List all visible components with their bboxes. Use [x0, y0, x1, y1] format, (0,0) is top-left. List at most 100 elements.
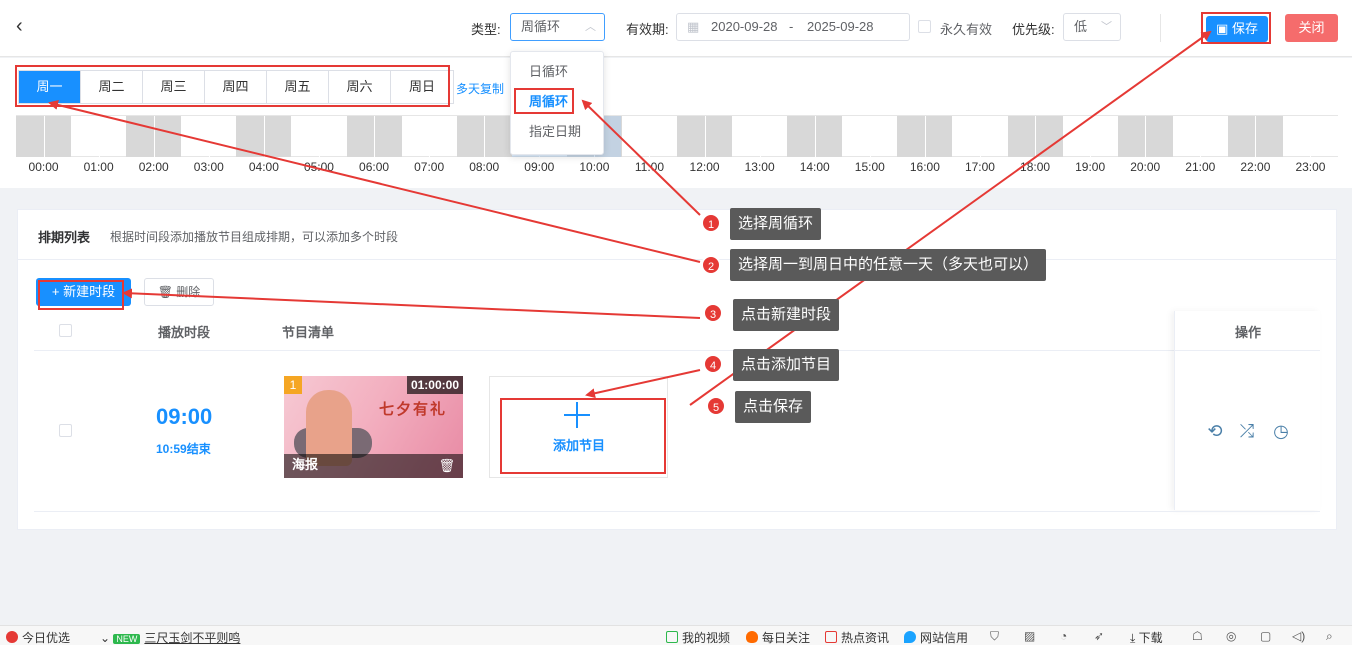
timeline-tick: [1145, 116, 1147, 157]
timeline-hour-label: 06:00: [359, 160, 390, 174]
poster-title: 七夕有礼: [379, 400, 448, 418]
program-thumbnail[interactable]: 七夕有礼 1 01:00:00 海报 🗑: [284, 376, 463, 478]
timeline-hour-label: 01:00: [83, 160, 114, 174]
schedule-subtitle: 根据时间段添加播放节目组成排期，可以添加多个时段: [110, 230, 399, 244]
rocket-icon[interactable]: ➶: [1094, 629, 1104, 643]
annotation-badge-1: 1: [701, 213, 721, 233]
shuffle-icon[interactable]: ⤮: [1236, 420, 1258, 442]
ops-column: [1174, 311, 1320, 510]
timeline-hour-label: 03:00: [193, 160, 224, 174]
delete-button[interactable]: 🗑 删除: [144, 278, 214, 306]
status-site-credit[interactable]: 网站信用: [904, 629, 968, 645]
shield-icon[interactable]: ⛉: [990, 629, 999, 644]
flame-icon: [746, 631, 758, 643]
date-start[interactable]: 2020-09-28: [711, 14, 778, 40]
timeline-tick: [704, 116, 706, 157]
date-range-picker[interactable]: ▦ 2020-09-28 - 2025-09-28: [676, 13, 910, 41]
chevron-down-icon: ⌄: [100, 631, 114, 645]
date-separator: -: [789, 19, 794, 34]
timeline-tick: [979, 116, 981, 157]
status-download[interactable]: ⤓ 下载: [1130, 629, 1163, 645]
highlight-frame-days: [15, 65, 450, 107]
news-ticker[interactable]: ⌄ NEW 三尺玉剑不平则鸣: [100, 629, 240, 645]
site-credit-label: 网站信用: [920, 631, 969, 645]
dropdown-option-date[interactable]: 指定日期: [511, 118, 603, 146]
schedule-title: 排期列表: [38, 230, 91, 245]
slot-end-time: 10:59结束: [156, 442, 211, 456]
timeline[interactable]: [16, 115, 1338, 157]
trash-icon: 🗑: [157, 285, 177, 299]
timeline-tick: [1310, 116, 1312, 157]
loop-icon[interactable]: ⟲: [1204, 420, 1226, 442]
timeline-tick: [1090, 116, 1092, 157]
annotation-1: 选择周循环: [730, 208, 822, 240]
clock-icon[interactable]: ◷: [1270, 420, 1292, 442]
timeline-tick: [869, 116, 871, 157]
permanent-checkbox[interactable]: [918, 20, 931, 33]
timeline-tick: [208, 116, 210, 157]
program-duration: 01:00:00: [406, 376, 463, 394]
priority-select-value: 低: [1074, 19, 1088, 34]
status-daily-focus[interactable]: 每日关注: [746, 629, 810, 645]
timeline-hour-label: 04:00: [248, 160, 279, 174]
timeline-tick: [814, 116, 816, 157]
program-kind: 海报: [292, 457, 319, 472]
timeline-hour-label: 18:00: [1020, 160, 1051, 174]
schedule-card: 排期列表 根据时间段添加播放节目组成排期，可以添加多个时段 + 新建时段 🗑 删…: [17, 209, 1337, 530]
top-bar: ‹ 类型: 周循环 ︿ 有效期: ▦ 2020-09-28 - 2025-09-…: [0, 0, 1352, 57]
my-videos-label: 我的视频: [682, 631, 731, 645]
timeline-tick: [153, 116, 155, 157]
annotation-badge-5: 5: [706, 396, 726, 416]
timeline-hour-label: 10:00: [579, 160, 610, 174]
validity-label: 有效期:: [626, 22, 669, 37]
timeline-tick: [318, 116, 320, 157]
multi-day-copy-link[interactable]: 多天复制: [456, 80, 504, 97]
heart-icon: [6, 631, 18, 643]
browser-icon[interactable]: ◎: [1226, 629, 1236, 643]
status-my-videos[interactable]: 我的视频: [666, 629, 730, 645]
row-checkbox[interactable]: [59, 424, 72, 437]
trash-icon[interactable]: 🗑: [438, 458, 455, 474]
priority-select[interactable]: 低 ﹀: [1063, 13, 1121, 41]
highlight-frame-add: [500, 398, 666, 474]
today-picks[interactable]: 今日优选: [6, 629, 70, 645]
type-select-value: 周循环: [521, 19, 561, 34]
speaker-icon[interactable]: ◁): [1292, 629, 1305, 643]
highlight-frame-new: [38, 280, 124, 310]
timeline-hour-label: 00:00: [28, 160, 59, 174]
week-area: 周一 周二 周三 周四 周五 周六 周日 多天复制 00:00 01:00 02:00 03:00…: [0, 58, 1352, 188]
chevron-up-icon: ︿: [585, 21, 596, 33]
divider: [18, 259, 1336, 260]
date-end[interactable]: 2025-09-28: [807, 14, 874, 40]
delete-label: 删除: [176, 285, 201, 299]
timeline-hour-label: 22:00: [1240, 160, 1271, 174]
chevron-left-icon[interactable]: ‹: [16, 16, 32, 38]
new-tag: NEW: [113, 634, 141, 644]
annotation-5: 点击保存: [735, 391, 812, 423]
timeline-hour-label: 11:00: [634, 160, 665, 174]
close-button[interactable]: 关闭: [1285, 14, 1338, 42]
robot-icon[interactable]: ☖: [1192, 629, 1203, 643]
timeline-tick: [1255, 116, 1257, 157]
timeline-hour-label: 08:00: [469, 160, 500, 174]
today-picks-label: 今日优选: [22, 631, 71, 645]
select-all-checkbox[interactable]: [59, 324, 72, 337]
window-icon[interactable]: ▢: [1260, 629, 1271, 643]
timeline-hour-label: 20:00: [1130, 160, 1161, 174]
timeline-hour-label: 09:00: [524, 160, 555, 174]
speed-icon[interactable]: ◔: [1060, 629, 1067, 643]
type-select[interactable]: 周循环 ︿: [510, 13, 605, 41]
timeline-tick: [1200, 116, 1202, 157]
daily-focus-label: 每日关注: [762, 631, 811, 645]
status-hot-news[interactable]: 热点资讯: [825, 629, 889, 645]
search-icon[interactable]: ⌕: [1326, 629, 1333, 644]
timeline-hour-label: 02:00: [138, 160, 169, 174]
download-icon: ⤓: [1130, 631, 1139, 645]
timeline-hour-label: 07:00: [414, 160, 445, 174]
timeline-tick: [98, 116, 100, 157]
dropdown-option-daily[interactable]: 日循环: [511, 58, 603, 86]
timeline-hour-label: 21:00: [1185, 160, 1216, 174]
timeline-tick: [43, 116, 45, 157]
image-icon[interactable]: ▨: [1024, 629, 1035, 643]
annotation-badge-4: 4: [703, 354, 723, 374]
